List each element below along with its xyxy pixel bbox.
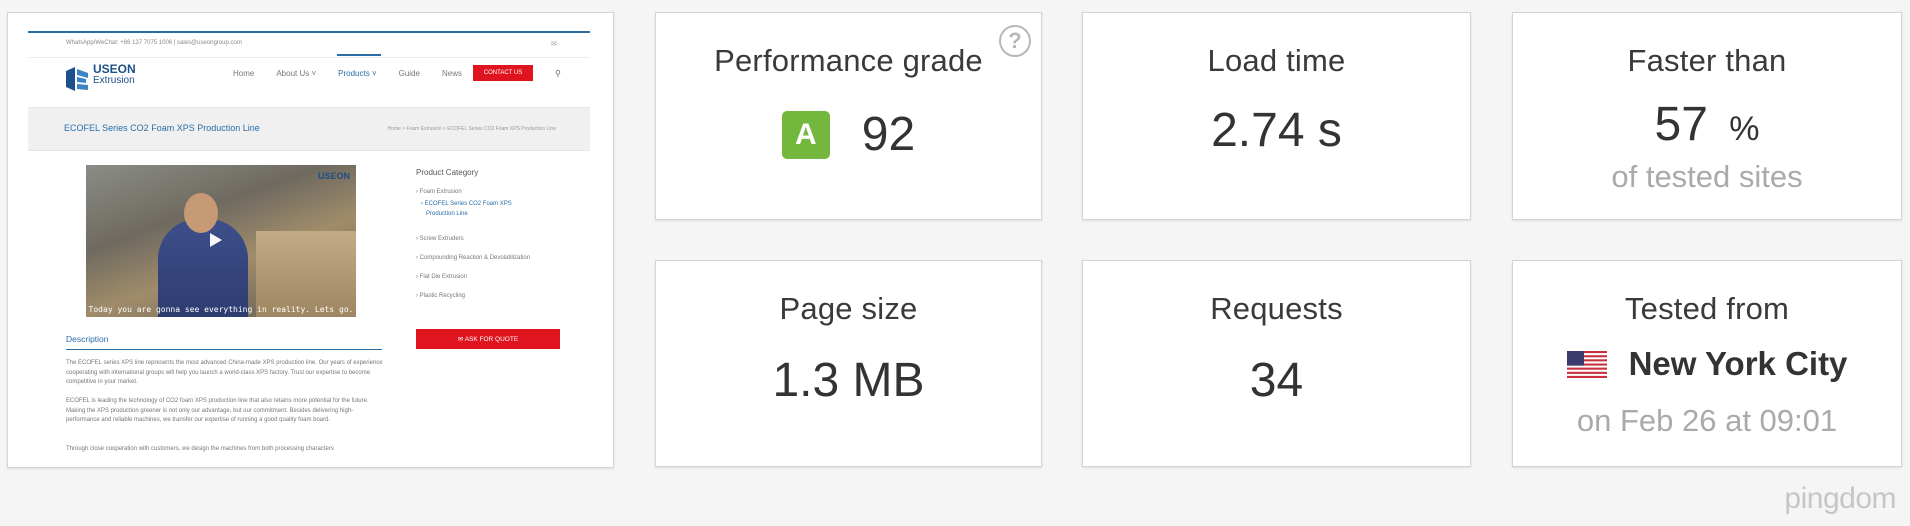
faster-than-title: Faster than bbox=[1627, 43, 1787, 78]
pingdom-logo: pingdom bbox=[1784, 482, 1896, 515]
tested-date: on Feb 26 at 09:01 bbox=[1576, 403, 1838, 438]
breadcrumb: Home > Foam Extrusion > ECOFEL Series CO… bbox=[387, 126, 557, 132]
location-row: New York City bbox=[1513, 345, 1901, 383]
page-size-title: Page size bbox=[779, 291, 918, 326]
category-item: › Flat Die Extrusion bbox=[416, 274, 468, 280]
category-item: › Foam Extrusion bbox=[416, 189, 462, 195]
video-thumbnail: USEON Today you are gonna see everything… bbox=[86, 165, 356, 317]
logo-line-2: Extrusion bbox=[93, 75, 135, 86]
category-item: › Screw Extruders bbox=[416, 236, 464, 242]
faster-than-value-row: 57 % bbox=[1513, 97, 1901, 152]
nav-home: Home bbox=[233, 69, 255, 78]
nav-news: News bbox=[441, 69, 462, 78]
faster-than-card: Faster than 57 % of tested sites bbox=[1512, 12, 1902, 220]
category-item: › Compounding Reaction & Devolatilizatio… bbox=[416, 255, 531, 261]
requests-title: Requests bbox=[1210, 291, 1343, 326]
sidebar-heading: Product Category bbox=[416, 168, 479, 177]
tested-from-card: Tested from New York City on Feb 26 at 0… bbox=[1512, 260, 1902, 467]
grade-row: A 92 bbox=[656, 107, 1041, 162]
page-screenshot: WhatsApp/WeChat: +86 137 7075 1006 | sal… bbox=[28, 31, 590, 461]
page-title: ECOFEL Series CO2 Foam XPS Production Li… bbox=[64, 123, 260, 133]
nav-products: Products ˅ bbox=[337, 54, 382, 78]
performance-grade-title: Performance grade bbox=[714, 43, 983, 78]
ask-for-quote-button: ✉ ASK FOR QUOTE bbox=[416, 329, 560, 349]
video-person-head bbox=[184, 193, 218, 233]
category-item-selected: › ECOFEL Series CO2 Foam XPS bbox=[421, 201, 512, 207]
load-time-card: Load time 2.74 s bbox=[1082, 12, 1471, 220]
performance-score: 92 bbox=[861, 108, 916, 161]
useon-logo-icon bbox=[66, 67, 88, 91]
video-person bbox=[158, 219, 248, 317]
divider bbox=[28, 57, 590, 58]
video-caption: Today you are gonna see everything in re… bbox=[88, 305, 354, 314]
description-paragraph: ECOFEL is leading the technology of CO2 … bbox=[66, 398, 369, 424]
contact-us-button: CONTACT US bbox=[473, 65, 533, 81]
nav-about: About Us ˅ bbox=[276, 69, 317, 78]
load-time-title: Load time bbox=[1207, 43, 1346, 78]
description-tab: Description bbox=[66, 334, 109, 344]
search-icon: ⚲ bbox=[555, 69, 561, 78]
tested-from-title: Tested from bbox=[1624, 291, 1790, 326]
page-screenshot-card: WhatsApp/WeChat: +86 137 7075 1006 | sal… bbox=[7, 12, 614, 468]
question-circle-icon[interactable]: ? bbox=[999, 25, 1031, 57]
load-time-value: 2.74 s bbox=[1211, 104, 1342, 157]
mail-icon: ✉ bbox=[551, 41, 557, 48]
logo-line-1: USEON bbox=[93, 62, 136, 76]
description-underline bbox=[66, 349, 382, 350]
grade-badge: A bbox=[781, 110, 830, 159]
requests-card: Requests 34 bbox=[1082, 260, 1471, 467]
nav-guide: Guide bbox=[398, 69, 420, 78]
requests-value: 34 bbox=[1249, 354, 1304, 407]
page-size-card: Page size 1.3 MB bbox=[655, 260, 1042, 467]
faster-than-sub: of tested sites bbox=[1611, 159, 1803, 194]
site-nav: Home About Us ˅ Products ˅ Guide News bbox=[233, 54, 462, 78]
performance-grade-card: Performance grade ? A 92 bbox=[655, 12, 1042, 220]
category-item: › Plastic Recycling bbox=[416, 293, 466, 299]
percent-unit: % bbox=[1729, 110, 1760, 148]
description-paragraph: The ECOFEL series XPS line represents th… bbox=[66, 360, 383, 386]
faster-than-value: 57 bbox=[1654, 98, 1708, 151]
us-flag-icon bbox=[1566, 350, 1607, 378]
play-icon bbox=[210, 233, 222, 247]
tested-city: New York City bbox=[1628, 345, 1848, 382]
page-size-value: 1.3 MB bbox=[772, 354, 925, 407]
logo: USEON Extrusion bbox=[93, 62, 136, 86]
contact-info: WhatsApp/WeChat: +86 137 7075 1006 | sal… bbox=[66, 40, 242, 46]
category-item-selected-cont: Production Line bbox=[426, 211, 468, 217]
description-paragraph: Through close cooperation with customers… bbox=[66, 446, 334, 452]
top-accent-line bbox=[28, 31, 590, 33]
video-logo: USEON bbox=[317, 171, 350, 181]
